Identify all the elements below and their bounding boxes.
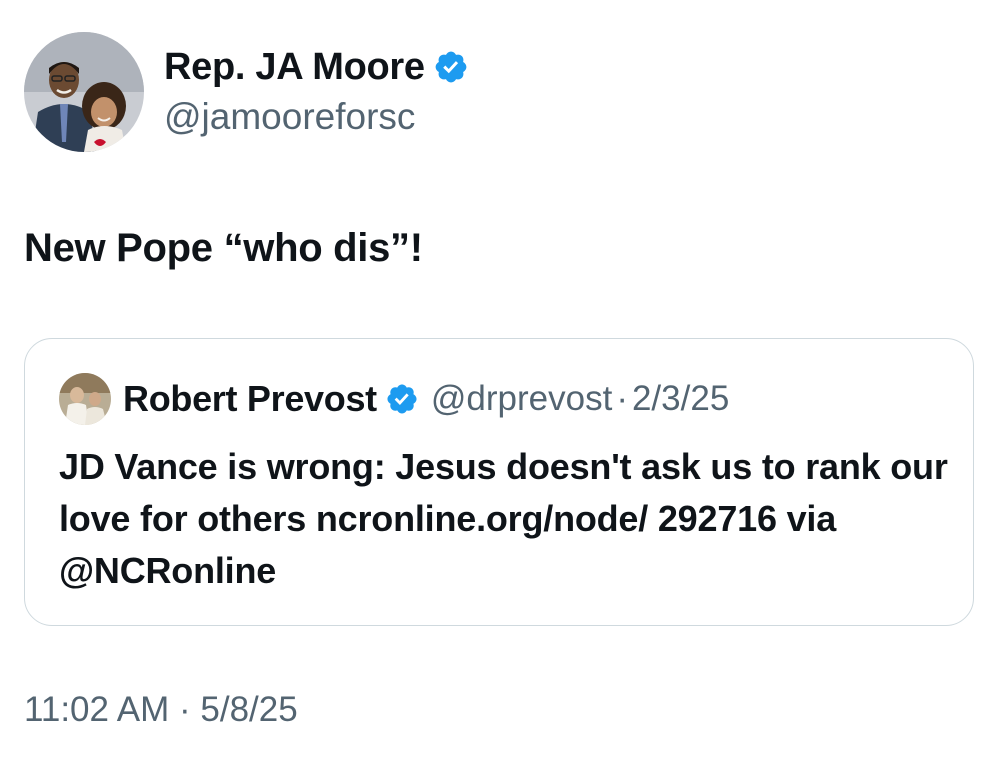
tweet-date[interactable]: 5/8/25: [200, 690, 297, 729]
author-names: Rep. JA Moore @jamooreforsc: [164, 44, 469, 140]
quoted-verified-badge-icon: [385, 382, 419, 416]
author-avatar-image: [24, 32, 144, 152]
tweet-timestamp: 11:02 AM · 5/8/25: [24, 690, 298, 730]
verified-badge-icon: [433, 49, 469, 85]
author-avatar[interactable]: [24, 32, 144, 152]
quoted-author-handle: @drprevost: [430, 379, 613, 418]
quoted-tweet-header: Robert Prevost @drprevost · 2/3/25: [59, 373, 729, 425]
tweet-container: Rep. JA Moore @jamooreforsc New Pope “wh…: [0, 0, 1000, 768]
author-display-name[interactable]: Rep. JA Moore: [164, 44, 425, 90]
quoted-author-avatar: [59, 373, 111, 425]
quoted-separator: ·: [616, 379, 628, 418]
timestamp-separator: ·: [179, 690, 191, 729]
quoted-tweet-text: JD Vance is wrong: Jesus doesn't ask us …: [59, 446, 948, 591]
tweet-header: Rep. JA Moore @jamooreforsc: [24, 32, 469, 152]
quoted-tweet-card[interactable]: Robert Prevost @drprevost · 2/3/25 JD Va…: [24, 338, 974, 626]
tweet-text: New Pope “who dis”!: [24, 226, 423, 270]
author-handle[interactable]: @jamooreforsc: [164, 94, 469, 140]
quoted-author-avatar-image: [59, 373, 111, 425]
display-name-row: Rep. JA Moore: [164, 44, 469, 90]
quoted-tweet-date: 2/3/25: [631, 379, 730, 418]
quoted-author-display-name: Robert Prevost: [123, 378, 377, 419]
tweet-time[interactable]: 11:02 AM: [24, 690, 169, 729]
